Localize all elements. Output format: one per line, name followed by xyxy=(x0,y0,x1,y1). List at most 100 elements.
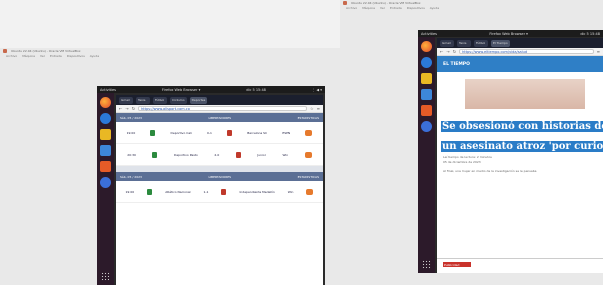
menu-archivo[interactable]: Archivo xyxy=(346,6,357,11)
home-team: Atlético Nacional xyxy=(165,189,191,194)
match-time: 19:00 xyxy=(125,189,135,194)
home-team: Deportivo Cali xyxy=(170,130,192,135)
home-team: Deportivo Pasto xyxy=(174,152,198,157)
article-date: 05 de diciembre de 2023 xyxy=(443,160,481,164)
tab-gmail[interactable]: Gmail xyxy=(440,39,454,47)
firefox-icon[interactable] xyxy=(421,41,432,52)
article-lead: Al final, una mujer en medio de la inves… xyxy=(443,169,537,173)
tab-futbol[interactable]: Fútbol xyxy=(474,39,488,47)
help-icon[interactable] xyxy=(421,121,432,132)
clock[interactable]: dic 5 15:48 xyxy=(246,88,266,92)
star-icon[interactable]: ☆ xyxy=(310,106,314,111)
menu-ver[interactable]: Ver xyxy=(40,54,45,59)
firefox-icon[interactable] xyxy=(100,97,111,108)
section-stats: ESTADISTICAS xyxy=(297,115,319,120)
menu-dispositivos[interactable]: Dispositivos xyxy=(67,54,85,59)
left-vm-screen: Activities Firefox Web Browser ▾ dic 5 1… xyxy=(97,86,325,285)
tab-futbol[interactable]: Fútbol xyxy=(153,96,167,104)
menu-archivo[interactable]: Archivo xyxy=(6,54,17,59)
clock[interactable]: dic 5 15:48 xyxy=(580,32,600,36)
site-header: EL TIEMPO xyxy=(437,56,603,72)
jersey-icon xyxy=(147,188,153,195)
reload-icon[interactable]: ↻ xyxy=(132,106,135,111)
forward-arrow-icon[interactable]: → xyxy=(446,49,449,54)
menu-ayuda[interactable]: Ayuda xyxy=(90,54,99,59)
headline-line: Se obsesionó con historias de crímenes y… xyxy=(441,121,603,132)
left-host-title: Ubuntu 22.04 (Ubuntu) - Oracle VM Virtua… xyxy=(11,49,81,53)
highlight-icon[interactable] xyxy=(304,151,312,158)
ad-banner[interactable]: Publicidad xyxy=(443,262,471,267)
jersey-icon xyxy=(152,151,158,158)
tab-ciclismo[interactable]: Ciclismo xyxy=(170,96,187,104)
ad-label: Publicidad xyxy=(444,262,460,267)
tab-label: Fútbol xyxy=(476,41,486,45)
headline-line: un asesinato atroz 'por curiosidad' xyxy=(441,141,603,152)
activities-button[interactable]: Activities xyxy=(421,32,437,36)
right-nav-toolbar: ← → ↻ https://www.eltiempo.com/vida/salu… xyxy=(437,48,603,56)
back-arrow-icon[interactable]: ← xyxy=(440,49,443,54)
url-text: https://www.allsport.com.co xyxy=(141,106,190,111)
tab-deportes[interactable]: Deportes xyxy=(189,96,208,104)
tab-tenis[interactable]: Tenis xyxy=(136,96,150,104)
divider xyxy=(437,258,603,259)
forward-arrow-icon[interactable]: → xyxy=(125,106,128,111)
right-host-menubar: Archivo Máquina Ver Entrada Dispositivos… xyxy=(340,6,603,11)
menu-ayuda[interactable]: Ayuda xyxy=(430,6,439,11)
libreoffice-writer-icon[interactable] xyxy=(100,145,111,156)
match-row[interactable]: 20:30 Deportivo Pasto 2-0 Junior Win xyxy=(116,144,323,166)
thunderbird-icon[interactable] xyxy=(421,57,432,68)
tv-channel: Win xyxy=(287,189,294,194)
menu-entrada[interactable]: Entrada xyxy=(50,54,62,59)
reload-icon[interactable]: ↻ xyxy=(453,49,456,54)
menu-entrada[interactable]: Entrada xyxy=(390,6,402,11)
back-arrow-icon[interactable]: ← xyxy=(119,106,122,111)
hamburger-menu-icon[interactable]: ≡ xyxy=(597,49,600,54)
section-date: Sáb, 05 / 2023 xyxy=(120,174,142,179)
virtualbox-icon xyxy=(3,49,7,53)
show-apps-icon[interactable] xyxy=(101,272,110,281)
tv-channel: ESPN xyxy=(282,130,291,135)
right-address-bar[interactable]: https://www.eltiempo.com/vida/salud xyxy=(459,49,594,54)
hamburger-menu-icon[interactable]: ≡ xyxy=(317,106,320,111)
highlight-icon[interactable] xyxy=(305,129,313,136)
article-headline[interactable]: Se obsesionó con historias de crímenes y… xyxy=(441,114,603,154)
tab-label: Gmail xyxy=(121,98,130,102)
left-address-bar[interactable]: https://www.allsport.com.co xyxy=(138,106,308,111)
section-stats: ESTADISTICAS xyxy=(297,174,319,179)
tab-gmail[interactable]: Gmail xyxy=(119,96,133,104)
match-score: 2-0 xyxy=(214,152,220,157)
help-icon[interactable] xyxy=(100,177,111,188)
thunderbird-icon[interactable] xyxy=(100,113,111,124)
menu-maquina[interactable]: Máquina xyxy=(362,6,375,11)
match-section-header: Sáb, 05 / 2023 LIBERTADORES ESTADISTICAS xyxy=(116,172,323,181)
tab-label: Tenis xyxy=(459,41,467,45)
show-apps-icon[interactable] xyxy=(422,260,431,269)
match-time: 20:30 xyxy=(127,152,136,157)
firefox-app-menu[interactable]: Firefox Web Browser ▾ xyxy=(162,88,201,92)
menu-ver[interactable]: Ver xyxy=(380,6,385,11)
activities-button[interactable]: Activities xyxy=(100,88,116,92)
match-row[interactable]: 19:00 Atlético Nacional 1-1 Independient… xyxy=(116,181,323,203)
away-team: Barcelona SC xyxy=(247,130,268,135)
system-tray[interactable]: ⋮ ◀ ▾ xyxy=(312,88,322,92)
libreoffice-writer-icon[interactable] xyxy=(421,89,432,100)
rhythmbox-icon[interactable] xyxy=(100,129,111,140)
tab-label: Fútbol xyxy=(155,98,165,102)
match-score: 1-1 xyxy=(203,189,209,194)
tab-label: El Tiempo xyxy=(493,41,508,45)
tab-el-tiempo[interactable]: El Tiempo xyxy=(491,39,510,47)
app-center-icon[interactable] xyxy=(421,105,432,116)
tab-tenis[interactable]: Tenis xyxy=(457,39,471,47)
section-date: Sáb, 05 / 2023 xyxy=(120,115,142,120)
site-logo[interactable]: EL TIEMPO xyxy=(443,62,470,67)
highlight-icon[interactable] xyxy=(306,188,314,195)
firefox-app-menu[interactable]: Firefox Web Browser ▾ xyxy=(489,32,528,36)
menu-maquina[interactable]: Máquina xyxy=(22,54,35,59)
away-team: Junior xyxy=(257,152,266,157)
app-center-icon[interactable] xyxy=(100,161,111,172)
menu-dispositivos[interactable]: Dispositivos xyxy=(407,6,425,11)
rhythmbox-icon[interactable] xyxy=(421,73,432,84)
virtualbox-icon xyxy=(343,1,347,5)
tv-channel: Win xyxy=(282,152,289,157)
match-row[interactable]: 19:00 Deportivo Cali 0-1 Barcelona SC ES… xyxy=(116,122,323,144)
